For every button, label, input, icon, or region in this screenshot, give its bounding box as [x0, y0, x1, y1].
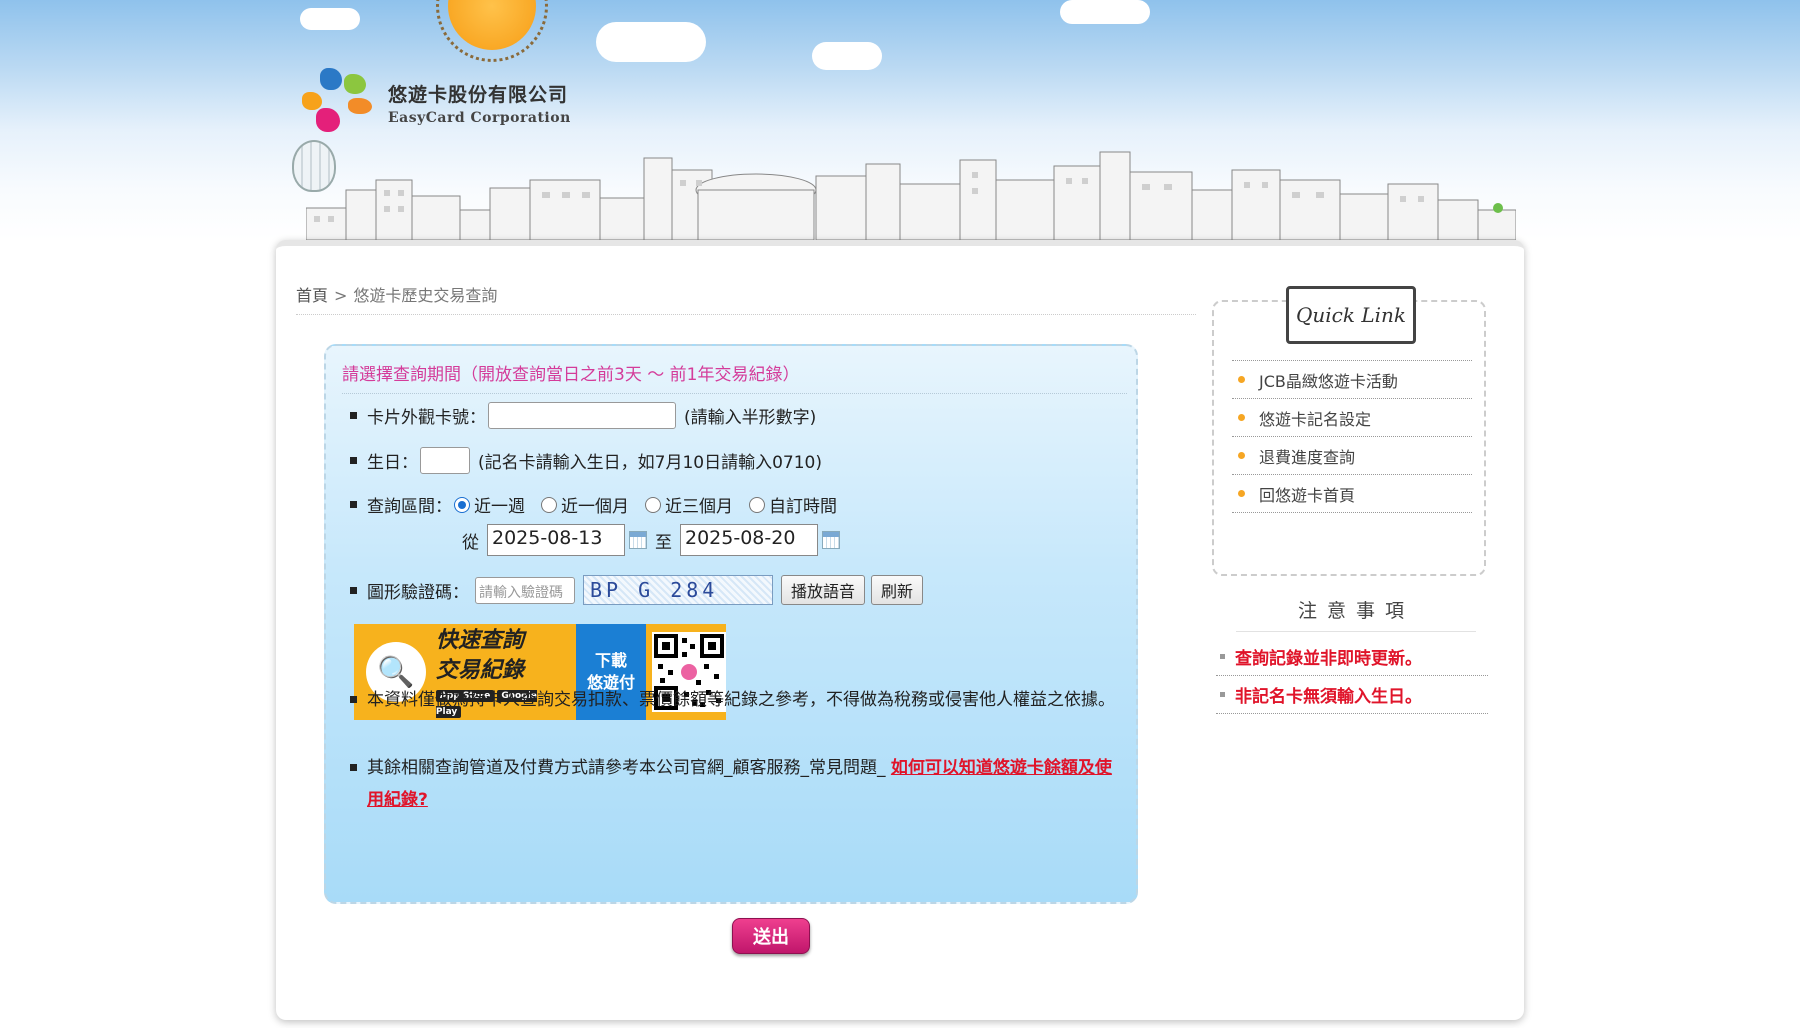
bullet-icon: [350, 501, 357, 508]
radio-selected-icon[interactable]: [454, 496, 470, 513]
card-number-label: 卡片外觀卡號：: [367, 408, 486, 428]
range-option-custom[interactable]: 自訂時間: [749, 492, 837, 517]
to-label: 至: [655, 532, 672, 553]
calendar-icon[interactable]: [822, 531, 840, 549]
company-name-en: EasyCard Corporation: [388, 110, 571, 126]
easycard-logo-icon: [300, 64, 382, 142]
range-label: 查詢區間：: [367, 497, 452, 517]
birthday-row: 生日： (記名卡請輸入生日，如7月10日請輸入0710): [350, 447, 822, 474]
form-title: 請選擇查詢期間（開放查詢當日之前3天 ～ 前1年交易紀錄）: [342, 360, 1127, 394]
captcha-input[interactable]: 請輸入驗證碼: [475, 576, 575, 604]
breadcrumb-home-link[interactable]: 首頁: [296, 286, 328, 305]
quick-link-title: Quick Link: [1286, 286, 1416, 344]
radio-icon[interactable]: [541, 496, 557, 513]
cloud-decoration: [300, 8, 360, 30]
notice-item: 查詢記錄並非即時更新。: [1216, 638, 1488, 676]
from-label: 從: [462, 532, 479, 553]
bullet-icon: [350, 412, 357, 419]
quick-link-item-jcb[interactable]: JCB晶緻悠遊卡活動: [1232, 361, 1472, 399]
refresh-captcha-button[interactable]: 刷新: [871, 575, 924, 605]
cloud-decoration: [1060, 0, 1150, 24]
note-item: 本資料僅做為持卡人查詢交易扣款、票價餘額等紀錄之參考，不得做為稅務或侵害他人權益…: [350, 684, 1120, 716]
notice-text: 非記名卡無須輸入生日。: [1235, 687, 1422, 707]
bullet-icon: [350, 696, 357, 703]
note-item: 其餘相關查詢管道及付費方式請參考本公司官網_顧客服務_常見問題_ 如何可以知道悠…: [350, 752, 1120, 816]
quick-link-list: JCB晶緻悠遊卡活動 悠遊卡記名設定 退費進度查詢 回悠遊卡首頁: [1232, 360, 1472, 513]
notice-item: 非記名卡無須輸入生日。: [1216, 676, 1488, 714]
quick-link-label: 回悠遊卡首頁: [1259, 485, 1356, 505]
bullet-dot-icon: [1238, 452, 1245, 459]
card-number-hint: (請輸入半形數字): [684, 408, 817, 428]
quick-link-label: JCB晶緻悠遊卡活動: [1259, 371, 1398, 391]
range-option-label: 自訂時間: [769, 497, 837, 517]
play-audio-button[interactable]: 播放語音: [781, 575, 866, 605]
quick-link-item-registration[interactable]: 悠遊卡記名設定: [1232, 399, 1472, 437]
from-date-input[interactable]: 2025-08-13: [487, 524, 625, 556]
date-range-row: 從 2025-08-13 至 2025-08-20: [462, 524, 840, 556]
cloud-decoration: [596, 22, 706, 62]
bullet-icon: [350, 764, 357, 771]
bullet-square-icon: [1220, 692, 1225, 697]
calendar-icon[interactable]: [629, 531, 647, 549]
range-row: 查詢區間： 近一週 近一個月 近三個月 自訂時間: [350, 492, 837, 517]
birthday-hint: (記名卡請輸入生日，如7月10日請輸入0710): [478, 453, 822, 473]
bullet-square-icon: [1220, 654, 1225, 659]
note-reference: 其餘相關查詢管道及付費方式請參考本公司官網_顧客服務_常見問題_: [367, 758, 886, 778]
bullet-icon: [350, 457, 357, 464]
bullet-dot-icon: [1238, 414, 1245, 421]
company-name-zh: 悠遊卡股份有限公司: [388, 84, 569, 106]
query-form-panel: 請選擇查詢期間（開放查詢當日之前3天 ～ 前1年交易紀錄） 卡片外觀卡號： (請…: [324, 344, 1138, 904]
radio-icon[interactable]: [749, 496, 765, 513]
notice-text: 查詢記錄並非即時更新。: [1235, 649, 1422, 669]
range-option-label: 近三個月: [665, 497, 733, 517]
cloud-decoration: [812, 42, 882, 70]
range-option-week[interactable]: 近一週: [454, 492, 525, 517]
note-disclaimer: 本資料僅做為持卡人查詢交易扣款、票價餘額等紀錄之參考，不得做為稅務或侵害他人權益…: [367, 690, 1115, 710]
range-option-three-months[interactable]: 近三個月: [645, 492, 733, 517]
to-date-input[interactable]: 2025-08-20: [680, 524, 818, 556]
city-skyline-illustration: [306, 151, 1516, 240]
quick-link-label: 退費進度查詢: [1259, 447, 1356, 467]
quick-link-item-refund[interactable]: 退費進度查詢: [1232, 437, 1472, 475]
breadcrumb: 首頁 > 悠遊卡歷史交易查詢: [296, 282, 1196, 315]
banner-line1: 快速查詢: [435, 628, 524, 653]
captcha-image: BP G 284: [583, 575, 773, 605]
bullet-dot-icon: [1238, 490, 1245, 497]
range-option-label: 近一個月: [561, 497, 629, 517]
bullet-dot-icon: [1238, 376, 1245, 383]
bullet-icon: [350, 586, 357, 594]
banner-line2: 交易紀錄: [435, 658, 524, 683]
captcha-row: 圖形驗證碼： 請輸入驗證碼 BP G 284 播放語音 刷新: [350, 575, 924, 605]
breadcrumb-separator: >: [334, 286, 348, 305]
breadcrumb-current: 悠遊卡歷史交易查詢: [353, 286, 498, 305]
quick-link-box: Quick Link JCB晶緻悠遊卡活動 悠遊卡記名設定 退費進度查詢 回悠遊…: [1212, 286, 1486, 576]
notice-title: 注意事項: [1236, 596, 1476, 632]
range-option-month[interactable]: 近一個月: [541, 492, 629, 517]
card-number-input[interactable]: [488, 402, 676, 429]
quick-link-item-home[interactable]: 回悠遊卡首頁: [1232, 475, 1472, 513]
card-number-row: 卡片外觀卡號： (請輸入半形數字): [350, 402, 816, 429]
company-logo[interactable]: 悠遊卡股份有限公司 EasyCard Corporation: [300, 64, 571, 142]
captcha-label: 圖形驗證碼：: [367, 582, 469, 603]
quick-link-label: 悠遊卡記名設定: [1259, 409, 1372, 429]
main-content-frame: 首頁 > 悠遊卡歷史交易查詢 請選擇查詢期間（開放查詢當日之前3天 ～ 前1年交易紀…: [276, 240, 1524, 1020]
notice-list: 查詢記錄並非即時更新。 非記名卡無須輸入生日。: [1216, 638, 1488, 714]
radio-icon[interactable]: [645, 496, 661, 513]
download-line1: 下載: [595, 651, 628, 670]
birthday-label: 生日：: [367, 453, 418, 473]
birthday-input[interactable]: [420, 447, 470, 474]
range-option-label: 近一週: [474, 497, 525, 517]
submit-button[interactable]: 送出: [732, 918, 810, 954]
